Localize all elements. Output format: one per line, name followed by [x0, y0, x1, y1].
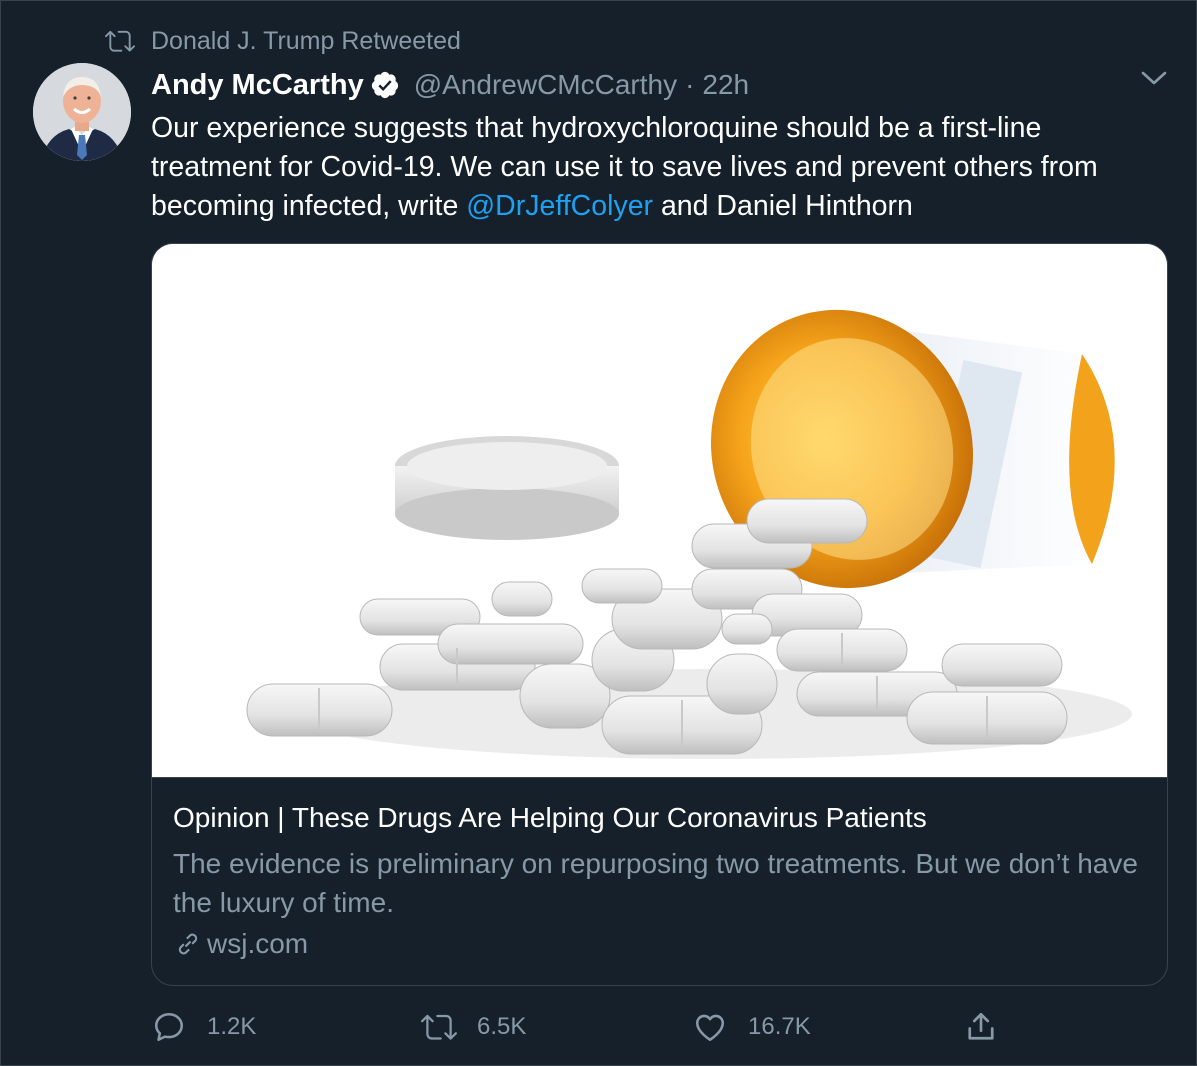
card-domain-label[interactable]: wsj.com — [207, 928, 308, 960]
tweet-container[interactable]: Donald J. Trump Retweeted Andy McCarthy — [0, 0, 1197, 1066]
reply-icon — [154, 1012, 184, 1042]
header-separator: · — [685, 69, 695, 100]
retweet-button[interactable]: 6.5K — [421, 1005, 526, 1049]
avatar[interactable] — [33, 63, 131, 161]
card-domain[interactable]: wsj.com — [173, 928, 308, 960]
retweet-context-label[interactable]: Donald J. Trump Retweeted — [151, 27, 461, 56]
pill-bottle-image — [152, 244, 1167, 777]
tweet-text-tail: and Daniel Hinthorn — [653, 190, 913, 222]
chevron-down-icon[interactable] — [1139, 65, 1169, 91]
card-image[interactable] — [152, 244, 1167, 778]
link-icon — [178, 933, 198, 955]
tweet-text: Our experience suggests that hydroxychlo… — [151, 109, 1161, 226]
share-icon — [968, 1012, 994, 1040]
retweet-icon — [105, 30, 135, 52]
card-description: The evidence is preliminary on repurposi… — [173, 848, 1138, 918]
tweet-header: Andy McCarthy @AndrewCMcCarthy · 22h — [151, 65, 749, 105]
reply-button[interactable]: 1.2K — [151, 1005, 256, 1049]
mention-link[interactable]: @DrJeffColyer — [466, 190, 653, 222]
link-card[interactable]: Opinion | These Drugs Are Helping Our Co… — [151, 243, 1168, 986]
retweet-action-icon — [421, 1014, 457, 1040]
reply-count: 1.2K — [207, 1013, 257, 1040]
verified-badge-icon — [371, 71, 398, 99]
display-name[interactable]: Andy McCarthy — [151, 69, 364, 102]
like-count: 16.7K — [748, 1013, 811, 1040]
avatar-image — [33, 63, 131, 161]
author-handle[interactable]: @AndrewCMcCarthy — [414, 69, 677, 101]
retweet-count: 6.5K — [477, 1013, 527, 1040]
share-button[interactable] — [963, 1005, 1019, 1049]
card-title[interactable]: Opinion | These Drugs Are Helping Our Co… — [173, 802, 1153, 834]
action-bar: 1.2K 6.5K 16.7K — [151, 1005, 1051, 1049]
heart-icon — [695, 1014, 725, 1042]
tweet-timestamp[interactable]: 22h — [702, 69, 749, 101]
retweet-context[interactable]: Donald J. Trump Retweeted — [105, 23, 461, 59]
like-button[interactable]: 16.7K — [692, 1005, 811, 1049]
